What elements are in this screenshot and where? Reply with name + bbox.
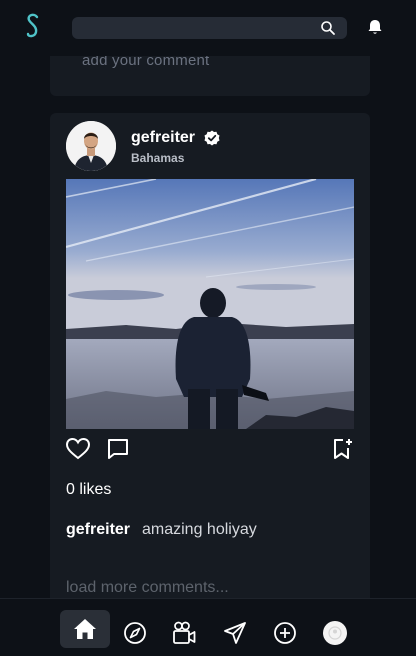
user-avatar[interactable]: [66, 121, 116, 171]
load-more-comments-link[interactable]: load more comments...: [66, 579, 229, 597]
profile-avatar[interactable]: [323, 621, 347, 645]
home-icon[interactable]: [73, 617, 97, 641]
video-camera-icon[interactable]: [172, 621, 196, 645]
compass-icon[interactable]: [123, 621, 147, 645]
comment-icon[interactable]: [105, 436, 131, 462]
bell-icon[interactable]: [366, 18, 384, 36]
verified-badge-icon: [204, 130, 220, 146]
send-icon[interactable]: [223, 621, 247, 645]
post-location[interactable]: Bahamas: [131, 151, 184, 165]
caption-username[interactable]: gefreiter: [66, 521, 130, 539]
app-page: add your comment gefreiter Bahamas 0 lik…: [0, 0, 416, 656]
post-photo[interactable]: [66, 179, 354, 429]
bookmark-add-icon[interactable]: [329, 436, 355, 462]
heart-icon[interactable]: [65, 436, 91, 462]
avatar-image: [66, 121, 116, 171]
app-logo[interactable]: [24, 12, 42, 40]
search-icon[interactable]: [320, 20, 336, 36]
search-input[interactable]: [72, 17, 347, 39]
bottom-nav: [0, 598, 416, 656]
plus-circle-icon[interactable]: [273, 621, 297, 645]
top-header: [0, 0, 416, 56]
post-username[interactable]: gefreiter: [131, 129, 195, 147]
post-photo-image: [66, 179, 354, 429]
caption-text: amazing holiyay: [142, 521, 257, 538]
likes-count[interactable]: 0 likes: [66, 481, 111, 499]
